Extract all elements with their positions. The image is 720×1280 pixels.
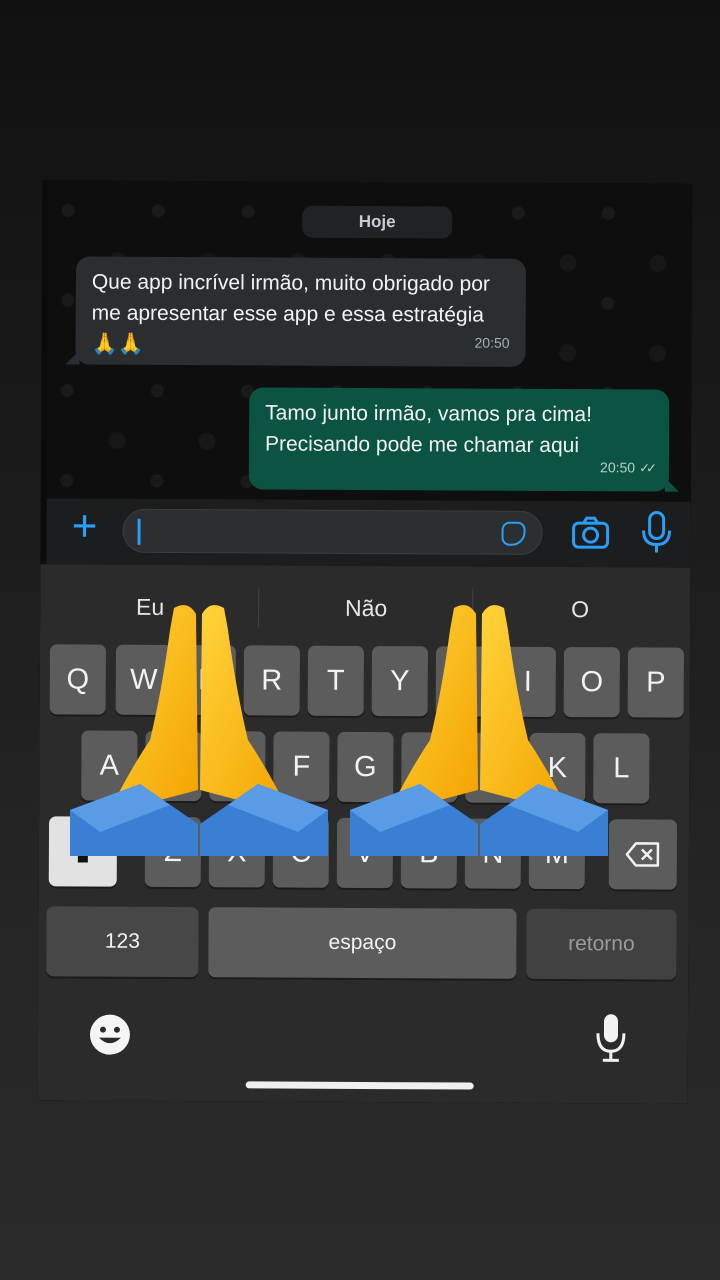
- message-input[interactable]: [122, 508, 543, 555]
- folded-hands-icon: [350, 605, 608, 856]
- return-key[interactable]: retorno: [526, 908, 677, 980]
- folded-hands-icon: [70, 605, 328, 856]
- plus-icon[interactable]: +: [64, 501, 104, 550]
- incoming-message[interactable]: Que app incrível irmão, muito obrigado p…: [75, 256, 527, 367]
- camera-icon[interactable]: [570, 513, 610, 553]
- message-text: Que app incrível irmão, muito obrigado p…: [91, 270, 490, 356]
- text-caret: [137, 518, 141, 545]
- outgoing-message[interactable]: Tamo junto irmão, vamos pra cima! Precis…: [248, 387, 670, 492]
- key-p[interactable]: P: [627, 647, 684, 718]
- message-time: 20:50: [600, 459, 636, 476]
- message-text: Tamo junto irmão, vamos pra cima! Precis…: [264, 401, 593, 458]
- backspace-icon: [625, 842, 660, 867]
- emoji-icon[interactable]: [88, 1013, 132, 1057]
- message-time: 20:50: [474, 334, 510, 351]
- space-key[interactable]: espaço: [208, 907, 517, 979]
- dictation-icon[interactable]: [594, 1011, 628, 1063]
- backspace-key[interactable]: [608, 819, 678, 890]
- date-label: Hoje: [302, 205, 453, 239]
- message-input-bar: +: [46, 498, 691, 568]
- read-ticks-icon: ✓✓: [639, 460, 653, 476]
- mic-icon[interactable]: [638, 509, 674, 555]
- sticker-icon[interactable]: [501, 521, 526, 546]
- numbers-key[interactable]: 123: [46, 906, 199, 978]
- home-indicator[interactable]: [245, 1081, 474, 1090]
- message-meta: 20:50 ✓✓: [600, 452, 653, 483]
- chat-area: Hoje Que app incrível irmão, muito obrig…: [46, 180, 693, 502]
